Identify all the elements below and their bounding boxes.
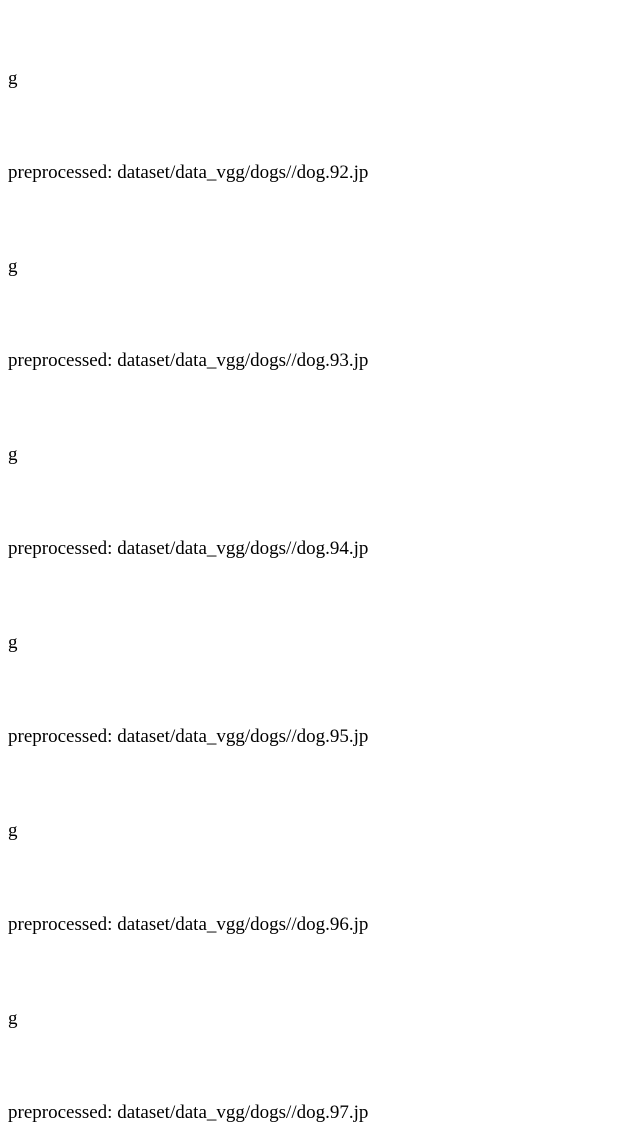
console-output: g preprocessed: dataset/data_vgg/dogs//d… [8,0,635,1134]
console-line: preprocessed: dataset/data_vgg/dogs//dog… [8,909,635,940]
console-line: g [8,439,635,470]
console-line: g [8,251,635,282]
console-line: preprocessed: dataset/data_vgg/dogs//dog… [8,1097,635,1128]
console-line: preprocessed: dataset/data_vgg/dogs//dog… [8,721,635,752]
console-line: preprocessed: dataset/data_vgg/dogs//dog… [8,533,635,564]
console-line: g [8,815,635,846]
console-line: g [8,63,635,94]
console-line: preprocessed: dataset/data_vgg/dogs//dog… [8,157,635,188]
console-line: g [8,1003,635,1034]
console-line: g [8,627,635,658]
console-line: preprocessed: dataset/data_vgg/dogs//dog… [8,345,635,376]
